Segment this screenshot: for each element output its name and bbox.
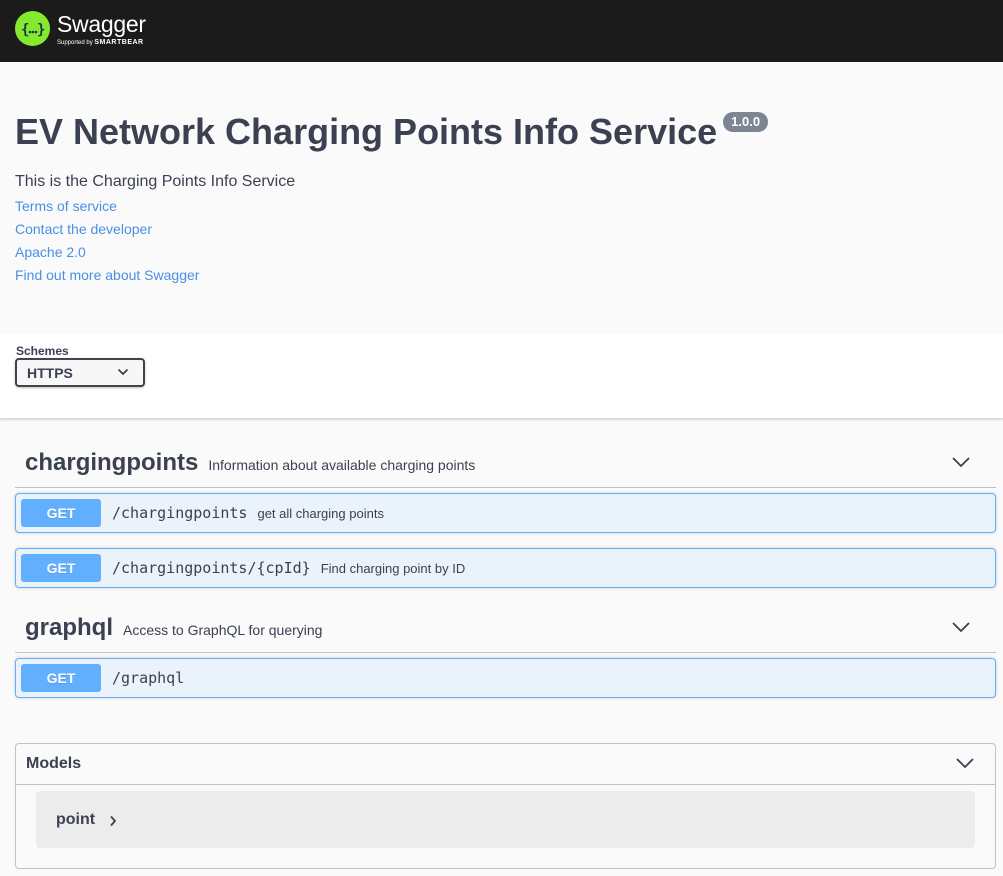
chevron-down-icon[interactable] (951, 621, 971, 633)
logo-title: Swagger (57, 11, 146, 37)
license-link[interactable]: Apache 2.0 (15, 244, 86, 260)
method-badge-get: GET (21, 554, 101, 582)
tag-chargingpoints[interactable]: chargingpoints Information about availab… (15, 438, 996, 488)
svg-text:}: } (37, 22, 45, 37)
schemes-select[interactable]: HTTPS (15, 358, 145, 387)
schemes-label: Schemes (16, 344, 69, 358)
logo-subtitle: Supported by SMARTBEAR (57, 39, 146, 47)
topbar: { } Swagger Supported by SMARTBEAR (0, 0, 1003, 62)
operation-summary: get all charging points (257, 505, 384, 521)
page-title: EV Network Charging Points Info Service (15, 111, 718, 152)
chevron-right-icon[interactable] (109, 815, 117, 827)
models-title: Models (26, 755, 82, 772)
operation-summary: Find charging point by ID (320, 560, 466, 576)
swagger-logo[interactable]: { } Swagger Supported by SMARTBEAR (15, 11, 146, 47)
tag-description: Access to GraphQL for querying (123, 621, 323, 638)
api-info: EV Network Charging Points Info Service … (15, 108, 985, 156)
method-badge-get: GET (21, 664, 101, 692)
contact-developer-link[interactable]: Contact the developer (15, 221, 152, 237)
version-badge: 1.0.0 (723, 112, 769, 132)
tag-name: chargingpoints (25, 448, 199, 476)
chevron-down-icon[interactable] (951, 456, 971, 468)
tag-graphql[interactable]: graphql Access to GraphQL for querying (15, 603, 996, 653)
api-description: This is the Charging Points Info Service (15, 173, 296, 190)
operation-path: /chargingpoints/{cpId} (112, 559, 311, 577)
logo-sub-brand: SMARTBEAR (94, 39, 144, 46)
tag-name: graphql (25, 613, 113, 641)
swagger-logo-icon: { } (15, 11, 50, 46)
models-section: Models point (15, 743, 996, 869)
external-docs-link[interactable]: Find out more about Swagger (15, 267, 199, 283)
model-name: point (56, 810, 96, 828)
terms-of-service-link[interactable]: Terms of service (15, 198, 117, 214)
model-item-point[interactable]: point (36, 791, 975, 848)
tag-description: Information about available charging poi… (208, 456, 476, 473)
operation-path: /chargingpoints (112, 504, 248, 522)
operation-path: /graphql (112, 669, 185, 687)
logo-sub-prefix: Supported by (57, 40, 93, 46)
chevron-down-icon[interactable] (955, 757, 975, 769)
schemes-container: Schemes HTTPS (0, 333, 1003, 419)
method-badge-get: GET (21, 499, 101, 527)
operation-get-chargingpoints[interactable]: GET /chargingpoints get all charging poi… (15, 493, 996, 533)
schemes-selected-value: HTTPS (27, 364, 73, 381)
chevron-down-icon (117, 368, 129, 376)
svg-text:{: { (21, 22, 29, 37)
models-header[interactable]: Models (16, 744, 995, 785)
operation-get-graphql[interactable]: GET /graphql (15, 658, 996, 698)
operation-get-chargingpoint-by-id[interactable]: GET /chargingpoints/{cpId} Find charging… (15, 548, 996, 588)
